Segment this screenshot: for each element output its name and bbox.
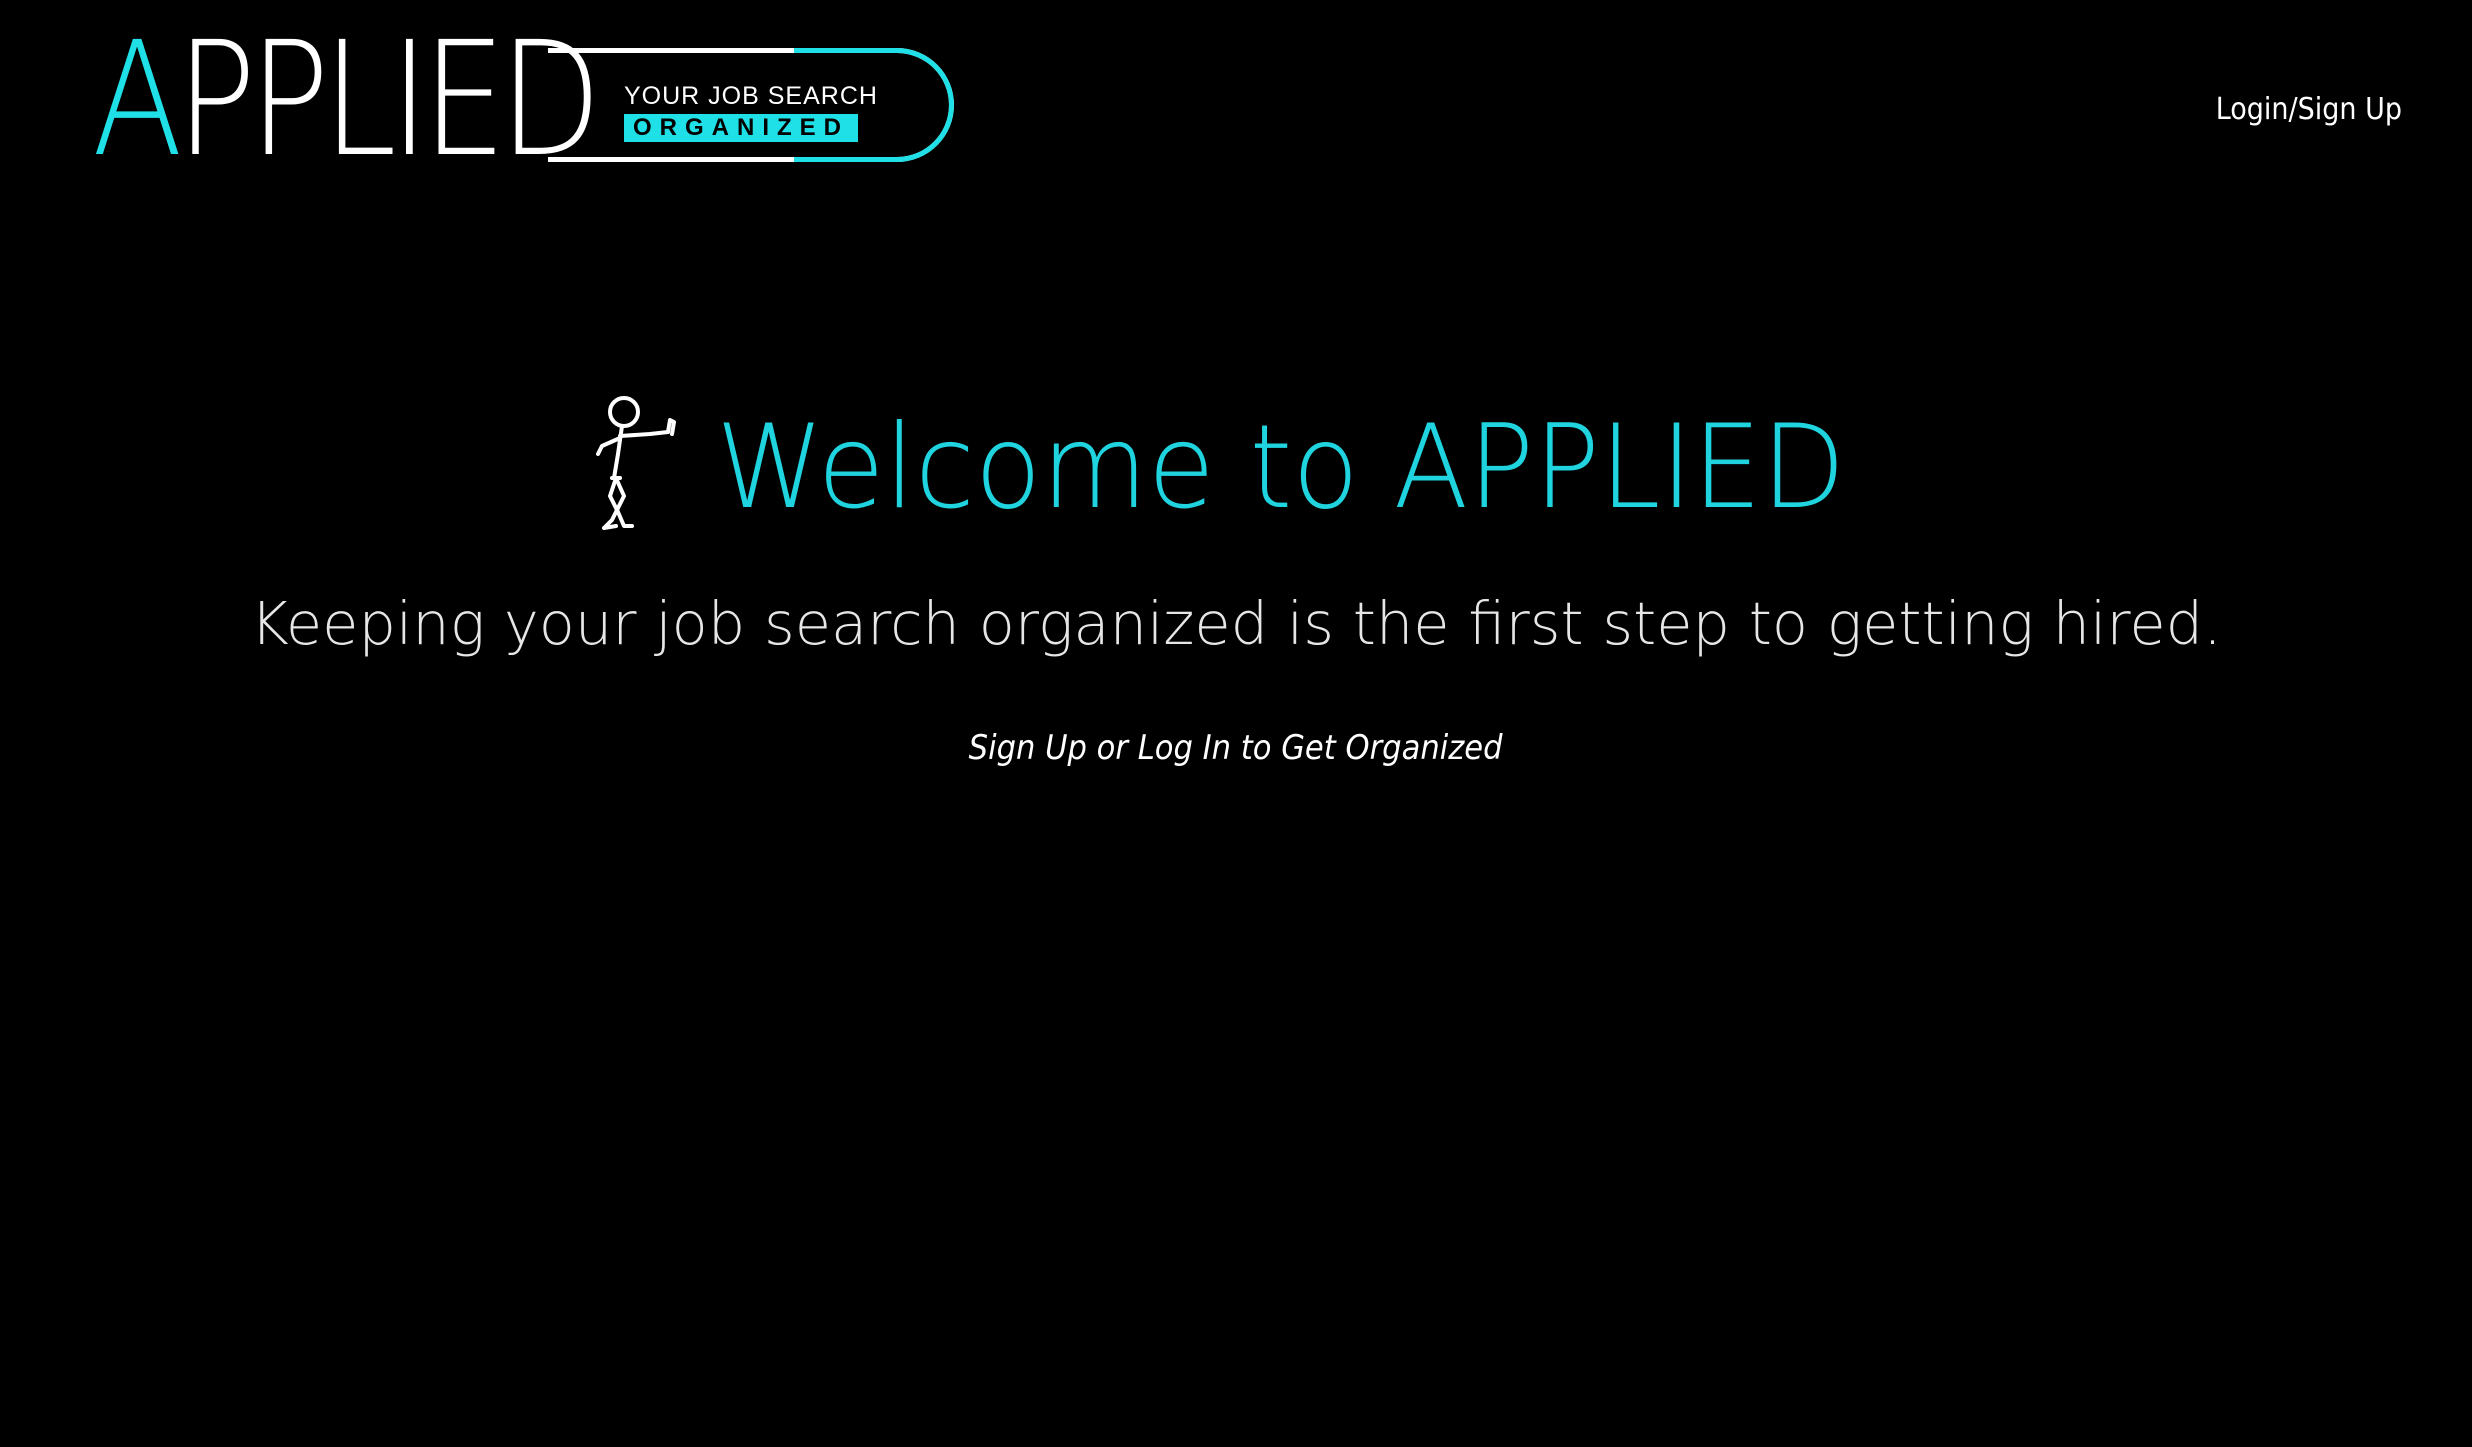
hero-subtitle: Keeping your job search organized is the… <box>250 589 2222 658</box>
stick-figure-leaning-icon <box>596 396 677 530</box>
login-signup-link[interactable]: Login/Sign Up <box>2216 92 2402 127</box>
hero-cta: Sign Up or Log In to Get Organized <box>0 726 2472 770</box>
hero-title-row: Welcome to APPLIED <box>0 392 2472 538</box>
logo-tagline-top: YOUR JOB SEARCH <box>624 82 878 110</box>
logo-tagline-bottom: ORGANIZED <box>624 114 858 142</box>
logo-wordmark: APPLIED <box>92 21 602 179</box>
applied-logo[interactable]: APPLIED YOUR JOB SEARCH ORGANIZED <box>92 21 958 179</box>
logo-letters-rest: PPLIED <box>176 8 602 192</box>
landing-page: APPLIED YOUR JOB SEARCH ORGANIZED Login/… <box>0 0 2472 1447</box>
logo-letter-a: A <box>92 8 183 192</box>
hero-title: Welcome to APPLIED <box>716 400 1846 535</box>
get-organized-link[interactable]: Sign Up or Log In to Get Organized <box>969 726 1503 770</box>
